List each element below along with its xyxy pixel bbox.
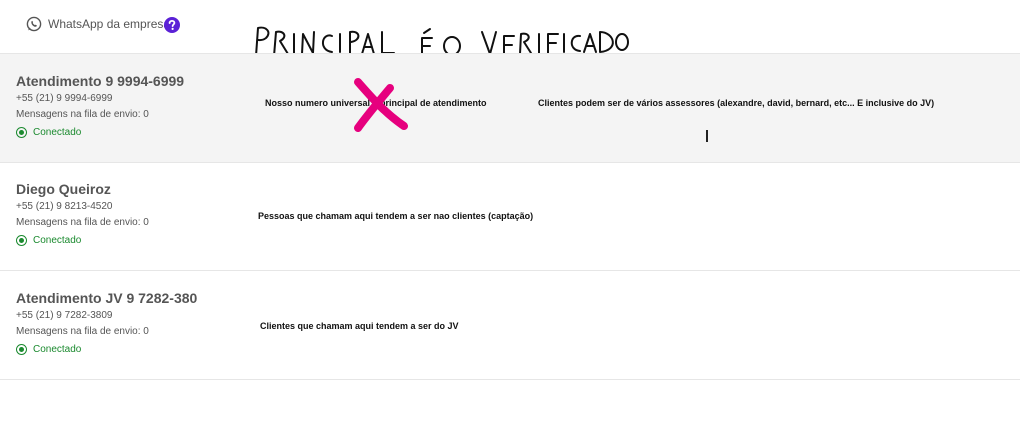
account-name: Diego Queiroz [16,181,111,197]
account-name: Atendimento JV 9 7282-380 [16,290,198,306]
account-queue: Mensagens na fila de envio: 0 [16,326,149,337]
text-cursor-icon [706,130,708,142]
account-note: Pessoas que chamam aqui tendem a ser nao… [258,211,534,221]
radio-selected-icon [16,127,27,138]
account-note-secondary: Clientes podem ser de vários assessores … [538,98,935,108]
account-phone: +55 (21) 9 7282-3809 [16,310,113,321]
whatsapp-company-label: WhatsApp da empresa [48,17,171,31]
status-connected[interactable]: Conectado [16,127,81,138]
account-note: Clientes que chamam aqui tendem a ser do… [260,321,459,331]
status-connected[interactable]: Conectado [16,344,81,355]
account-phone: +55 (21) 9 8213-4520 [16,201,113,212]
page: WhatsApp da empresa Atendimento 9 9994-6… [0,0,1020,447]
account-row[interactable]: Diego Queiroz +55 (21) 9 8213-4520 Mensa… [0,162,1020,271]
status-connected[interactable]: Conectado [16,235,81,246]
status-label: Conectado [33,127,82,138]
help-icon[interactable] [164,17,180,33]
account-name: Atendimento 9 9994-6999 [16,73,185,89]
account-row[interactable]: Atendimento 9 9994-6999 +55 (21) 9 9994-… [0,53,1020,163]
whatsapp-company-link[interactable]: WhatsApp da empresa [26,16,170,32]
whatsapp-icon [26,16,42,32]
status-label: Conectado [33,344,82,355]
account-queue: Mensagens na fila de envio: 0 [16,217,149,228]
radio-selected-icon [16,235,27,246]
account-phone: +55 (21) 9 9994-6999 [16,93,113,104]
account-queue: Mensagens na fila de envio: 0 [16,109,149,120]
status-label: Conectado [33,235,82,246]
account-note: Nosso numero universal e principal de at… [265,98,487,108]
header: WhatsApp da empresa [0,0,1020,57]
account-row[interactable]: Atendimento JV 9 7282-380 +55 (21) 9 728… [0,271,1020,380]
radio-selected-icon [16,344,27,355]
